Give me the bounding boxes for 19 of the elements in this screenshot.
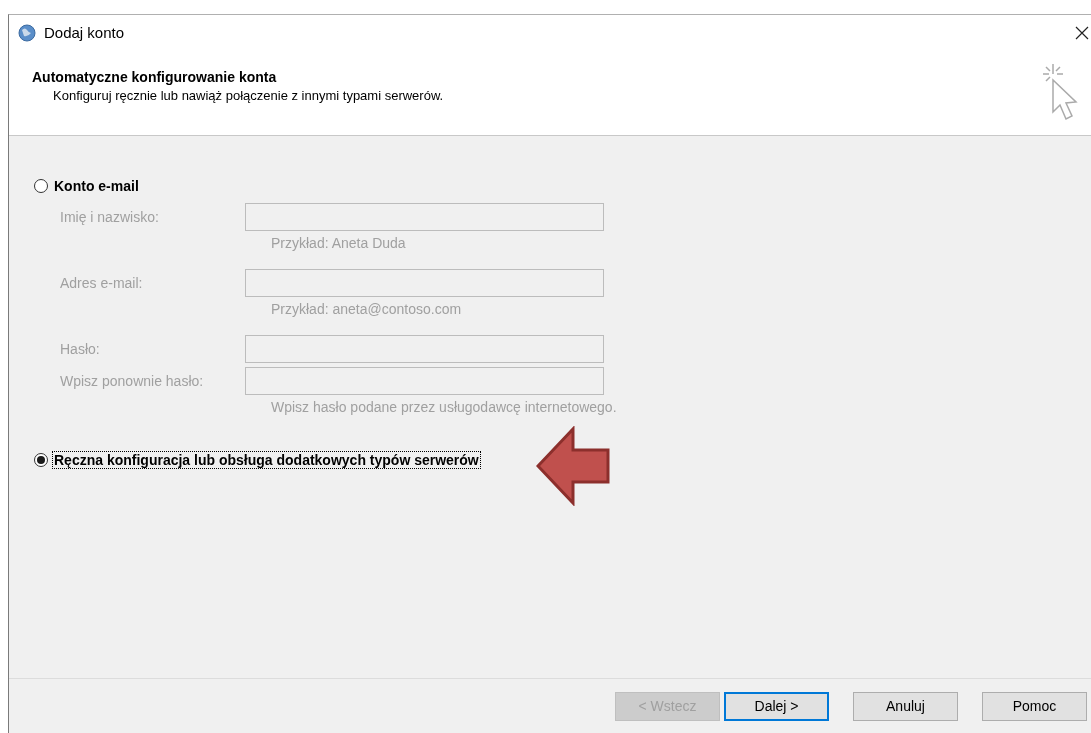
dialog-button[interactable]: Dalej > xyxy=(724,691,829,721)
globe-icon xyxy=(18,23,36,42)
radio-button[interactable] xyxy=(34,179,48,193)
field-hint: Przykład: aneta@contoso.com xyxy=(270,301,462,319)
field-label: Hasło: xyxy=(60,340,101,359)
close-icon[interactable] xyxy=(1075,25,1089,40)
radio-label[interactable]: Ręczna konfiguracja lub obsługa dodatkowych typów serwerów xyxy=(52,451,481,469)
field-label: Imię i nazwisko: xyxy=(60,208,160,227)
field-hint: Przykład: Aneta Duda xyxy=(270,235,406,253)
field-hint: Wpisz hasło podane przez usługodawcę internetowego. xyxy=(270,399,617,417)
header-subtitle: Konfiguruj ręcznie lub nawiąż połączenie z innymi typami serwerów. xyxy=(52,88,444,103)
field-label: Adres e-mail: xyxy=(60,274,144,293)
dialog-button[interactable]: Pomoc xyxy=(982,691,1087,721)
window-title: Dodaj konto xyxy=(44,24,126,41)
radio-label[interactable]: Konto e-mail xyxy=(52,177,141,195)
field-label: Wpisz ponownie hasło: xyxy=(60,372,205,391)
radio-button[interactable] xyxy=(34,453,48,467)
dialog-button[interactable]: Anuluj xyxy=(853,691,958,721)
header-title: Automatyczne konfigurowanie konta xyxy=(32,69,278,85)
